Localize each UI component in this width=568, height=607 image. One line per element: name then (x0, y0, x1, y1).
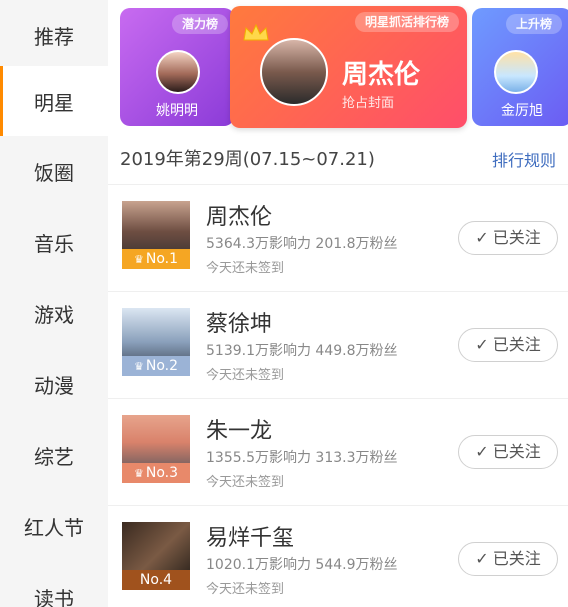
followed-button[interactable]: ✓ 已关注 (458, 328, 558, 362)
sidebar-item-music[interactable]: 音乐 (0, 207, 108, 277)
claim-cover-text: 抢占封面 (342, 96, 395, 111)
influence-stats: 5139.1万影响力 449.8万粉丝 (206, 343, 398, 359)
sidebar-item-fan-circle[interactable]: 饭圈 (0, 136, 108, 206)
influence-stats: 5364.3万影响力 201.8万粉丝 (206, 236, 398, 252)
rising-list-card[interactable]: 上升榜 金厉旭 (472, 8, 568, 126)
avatar: No.4 (122, 522, 190, 590)
crown-icon: ♛ (133, 253, 144, 266)
list-item[interactable]: ♛ No.3 朱一龙 1355.5万影响力 313.3万粉丝 今天还未签到 ✓ 已关… (108, 398, 568, 504)
list-item[interactable]: ♛ No.1 周杰伦 5364.3万影响力 201.8万粉丝 今天还未签到 ✓ 已关… (108, 184, 568, 290)
crown-icon: ♛ (133, 467, 144, 480)
check-icon: ✓ (475, 335, 489, 354)
followed-button[interactable]: ✓ 已关注 (458, 221, 558, 255)
check-icon: ✓ (475, 442, 489, 461)
checkin-status: 今天还未签到 (206, 368, 285, 383)
sidebar-item-influencer-festival[interactable]: 红人节 (0, 491, 108, 561)
checkin-status: 今天还未签到 (206, 475, 285, 490)
star-name: 周杰伦 (206, 205, 273, 230)
sidebar-item-stars[interactable]: 明星 (0, 66, 108, 136)
star-ranking-tag: 明星抓活排行榜 (354, 12, 459, 32)
avatar (156, 50, 200, 94)
top-star-name: 周杰伦 (342, 60, 421, 90)
potential-star-name: 姚明明 (156, 103, 198, 119)
rising-list-tag: 上升榜 (505, 14, 562, 34)
potential-list-tag: 潜力榜 (171, 14, 228, 34)
sidebar-item-games[interactable]: 游戏 (0, 278, 108, 348)
check-icon: ✓ (475, 549, 489, 568)
checkin-status: 今天还未签到 (206, 261, 285, 276)
rank-badge: ♛ No.1 (122, 249, 190, 269)
list-item[interactable]: ♛ No.2 蔡徐坤 5139.1万影响力 449.8万粉丝 今天还未签到 ✓ 已关… (108, 291, 568, 397)
sidebar-item-variety[interactable]: 综艺 (0, 420, 108, 490)
avatar: ♛ No.1 (122, 201, 190, 269)
rising-star-name: 金厉旭 (501, 103, 543, 119)
ranking-banner: 潜力榜 姚明明 上升榜 金厉旭 明星抓活排行榜 周杰伦 抢占封面 (108, 0, 568, 135)
rank-badge: No.4 (122, 570, 190, 590)
star-name: 蔡徐坤 (206, 312, 273, 337)
sidebar-item-recommend[interactable]: 推荐 (0, 0, 108, 70)
avatar: ♛ No.3 (122, 415, 190, 483)
ranking-rules-link[interactable]: 排行规则 (492, 147, 556, 171)
rank-badge: ♛ No.3 (122, 463, 190, 483)
star-name: 易烊千玺 (206, 526, 295, 551)
potential-list-card[interactable]: 潜力榜 姚明明 (120, 8, 234, 126)
check-icon: ✓ (475, 228, 489, 247)
top-star-card[interactable]: 明星抓活排行榜 周杰伦 抢占封面 (230, 6, 467, 128)
crown-icon: ♛ (133, 360, 144, 373)
avatar (494, 50, 538, 94)
rank-badge: ♛ No.2 (122, 356, 190, 376)
week-title: 2019年第29周(07.15~07.21) (120, 149, 375, 170)
followed-button[interactable]: ✓ 已关注 (458, 435, 558, 469)
category-sidebar: 推荐 明星 饭圈 音乐 游戏 动漫 综艺 红人节 读书 (0, 0, 108, 607)
sidebar-item-reading[interactable]: 读书 (0, 562, 108, 607)
list-item[interactable]: No.4 易烊千玺 1020.1万影响力 544.9万粉丝 今天还未签到 ✓ 已关… (108, 505, 568, 607)
influence-stats: 1355.5万影响力 313.3万粉丝 (206, 450, 398, 466)
main-content: 潜力榜 姚明明 上升榜 金厉旭 明星抓活排行榜 周杰伦 抢占封面 2019年第2… (108, 0, 568, 607)
avatar: ♛ No.2 (122, 308, 190, 376)
crown-icon (243, 23, 269, 41)
star-name: 朱一龙 (206, 419, 273, 444)
influence-stats: 1020.1万影响力 544.9万粉丝 (206, 557, 398, 573)
week-header: 2019年第29周(07.15~07.21) 排行规则 (108, 135, 568, 183)
checkin-status: 今天还未签到 (206, 582, 285, 597)
followed-button[interactable]: ✓ 已关注 (458, 542, 558, 576)
avatar (260, 38, 328, 106)
sidebar-item-anime[interactable]: 动漫 (0, 349, 108, 419)
